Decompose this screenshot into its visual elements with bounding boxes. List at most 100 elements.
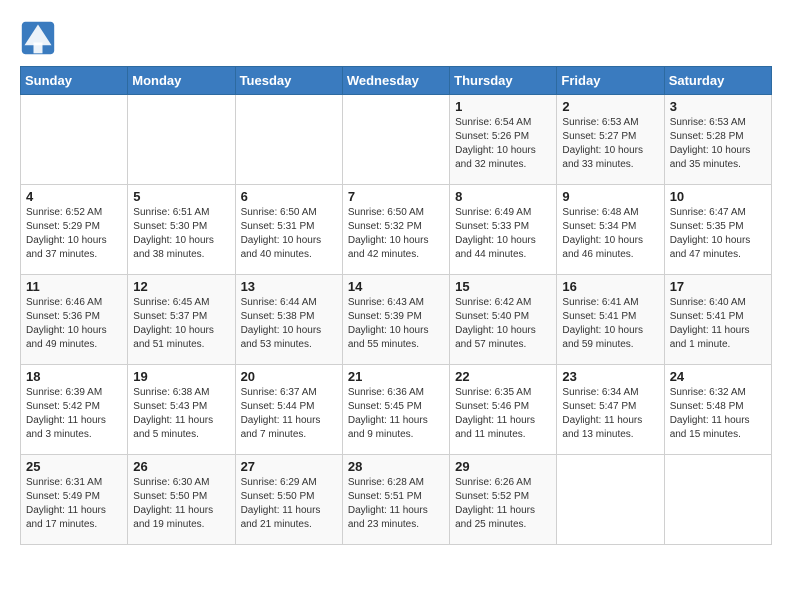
calendar-table: SundayMondayTuesdayWednesdayThursdayFrid… [20, 66, 772, 545]
calendar-cell: 26 Sunrise: 6:30 AM Sunset: 5:50 PM Dayli… [128, 455, 235, 545]
day-number: 2 [562, 99, 658, 114]
calendar-cell: 19 Sunrise: 6:38 AM Sunset: 5:43 PM Dayli… [128, 365, 235, 455]
day-detail: Sunrise: 6:34 AM Sunset: 5:47 PM Dayligh… [562, 386, 658, 442]
calendar-cell: 27Sunrise: 6:29 AM Sunset: 5:50 PM Dayli… [235, 455, 342, 545]
day-detail: Sunrise: 6:40 AM Sunset: 5:41 PM Dayligh… [670, 296, 766, 352]
day-detail: Sunrise: 6:53 AM Sunset: 5:28 PM Dayligh… [670, 116, 766, 172]
day-number: 1 [455, 99, 551, 114]
weekday-header-thursday: Thursday [450, 67, 557, 95]
calendar-cell [664, 455, 771, 545]
calendar-cell [557, 455, 664, 545]
calendar-cell: 4 Sunrise: 6:52 AM Sunset: 5:29 PM Daylig… [21, 185, 128, 275]
calendar-cell: 8 Sunrise: 6:49 AM Sunset: 5:33 PM Daylig… [450, 185, 557, 275]
logo-icon [20, 20, 56, 56]
day-number: 28 [348, 459, 444, 474]
day-detail: Sunrise: 6:38 AM Sunset: 5:43 PM Dayligh… [133, 386, 229, 442]
day-number: 4 [26, 189, 122, 204]
week-row-3: 11 Sunrise: 6:46 AM Sunset: 5:36 PM Dayli… [21, 275, 772, 365]
day-detail: Sunrise: 6:46 AM Sunset: 5:36 PM Dayligh… [26, 296, 122, 352]
weekday-row: SundayMondayTuesdayWednesdayThursdayFrid… [21, 67, 772, 95]
day-number: 22 [455, 369, 551, 384]
calendar-cell: 15Sunrise: 6:42 AM Sunset: 5:40 PM Dayli… [450, 275, 557, 365]
calendar-cell: 7 Sunrise: 6:50 AM Sunset: 5:32 PM Daylig… [342, 185, 449, 275]
weekday-header-wednesday: Wednesday [342, 67, 449, 95]
day-number: 9 [562, 189, 658, 204]
day-number: 21 [348, 369, 444, 384]
calendar-cell: 16 Sunrise: 6:41 AM Sunset: 5:41 PM Dayli… [557, 275, 664, 365]
day-detail: Sunrise: 6:41 AM Sunset: 5:41 PM Dayligh… [562, 296, 658, 352]
day-detail: Sunrise: 6:54 AM Sunset: 5:26 PM Dayligh… [455, 116, 551, 172]
day-detail: Sunrise: 6:36 AM Sunset: 5:45 PM Dayligh… [348, 386, 444, 442]
calendar-cell [128, 95, 235, 185]
day-number: 8 [455, 189, 551, 204]
calendar-cell: 21 Sunrise: 6:36 AM Sunset: 5:45 PM Dayli… [342, 365, 449, 455]
day-detail: Sunrise: 6:48 AM Sunset: 5:34 PM Dayligh… [562, 206, 658, 262]
day-number: 17 [670, 279, 766, 294]
day-detail: Sunrise: 6:30 AM Sunset: 5:50 PM Dayligh… [133, 476, 229, 532]
weekday-header-monday: Monday [128, 67, 235, 95]
calendar-cell: 11 Sunrise: 6:46 AM Sunset: 5:36 PM Dayli… [21, 275, 128, 365]
day-number: 19 [133, 369, 229, 384]
day-number: 6 [241, 189, 337, 204]
calendar-cell: 20 Sunrise: 6:37 AM Sunset: 5:44 PM Dayli… [235, 365, 342, 455]
weekday-header-sunday: Sunday [21, 67, 128, 95]
day-number: 13 [241, 279, 337, 294]
day-detail: Sunrise: 6:31 AM Sunset: 5:49 PM Dayligh… [26, 476, 122, 532]
day-number: 14 [348, 279, 444, 294]
calendar-cell: 28 Sunrise: 6:28 AM Sunset: 5:51 PM Dayli… [342, 455, 449, 545]
calendar-cell: 29 Sunrise: 6:26 AM Sunset: 5:52 PM Dayli… [450, 455, 557, 545]
calendar-body: 1 Sunrise: 6:54 AM Sunset: 5:26 PM Daylig… [21, 95, 772, 545]
calendar-cell [342, 95, 449, 185]
calendar-cell: 12Sunrise: 6:45 AM Sunset: 5:37 PM Dayli… [128, 275, 235, 365]
day-number: 3 [670, 99, 766, 114]
day-detail: Sunrise: 6:52 AM Sunset: 5:29 PM Dayligh… [26, 206, 122, 262]
day-number: 26 [133, 459, 229, 474]
day-number: 16 [562, 279, 658, 294]
week-row-4: 18Sunrise: 6:39 AM Sunset: 5:42 PM Dayli… [21, 365, 772, 455]
calendar-cell: 17 Sunrise: 6:40 AM Sunset: 5:41 PM Dayli… [664, 275, 771, 365]
day-detail: Sunrise: 6:29 AM Sunset: 5:50 PM Dayligh… [241, 476, 337, 532]
calendar-cell [21, 95, 128, 185]
day-number: 20 [241, 369, 337, 384]
day-number: 10 [670, 189, 766, 204]
calendar-cell: 10 Sunrise: 6:47 AM Sunset: 5:35 PM Dayli… [664, 185, 771, 275]
week-row-2: 4 Sunrise: 6:52 AM Sunset: 5:29 PM Daylig… [21, 185, 772, 275]
day-number: 24 [670, 369, 766, 384]
day-detail: Sunrise: 6:44 AM Sunset: 5:38 PM Dayligh… [241, 296, 337, 352]
day-detail: Sunrise: 6:32 AM Sunset: 5:48 PM Dayligh… [670, 386, 766, 442]
calendar-cell: 5 Sunrise: 6:51 AM Sunset: 5:30 PM Daylig… [128, 185, 235, 275]
calendar-cell: 14 Sunrise: 6:43 AM Sunset: 5:39 PM Dayli… [342, 275, 449, 365]
day-detail: Sunrise: 6:43 AM Sunset: 5:39 PM Dayligh… [348, 296, 444, 352]
day-detail: Sunrise: 6:37 AM Sunset: 5:44 PM Dayligh… [241, 386, 337, 442]
calendar-cell: 22Sunrise: 6:35 AM Sunset: 5:46 PM Dayli… [450, 365, 557, 455]
day-detail: Sunrise: 6:26 AM Sunset: 5:52 PM Dayligh… [455, 476, 551, 532]
day-number: 5 [133, 189, 229, 204]
day-number: 7 [348, 189, 444, 204]
calendar-cell: 9 Sunrise: 6:48 AM Sunset: 5:34 PM Daylig… [557, 185, 664, 275]
day-detail: Sunrise: 6:51 AM Sunset: 5:30 PM Dayligh… [133, 206, 229, 262]
calendar-cell: 6 Sunrise: 6:50 AM Sunset: 5:31 PM Daylig… [235, 185, 342, 275]
day-number: 29 [455, 459, 551, 474]
day-detail: Sunrise: 6:50 AM Sunset: 5:32 PM Dayligh… [348, 206, 444, 262]
calendar-cell: 2 Sunrise: 6:53 AM Sunset: 5:27 PM Daylig… [557, 95, 664, 185]
day-detail: Sunrise: 6:47 AM Sunset: 5:35 PM Dayligh… [670, 206, 766, 262]
calendar-cell: 18Sunrise: 6:39 AM Sunset: 5:42 PM Dayli… [21, 365, 128, 455]
day-detail: Sunrise: 6:49 AM Sunset: 5:33 PM Dayligh… [455, 206, 551, 262]
day-detail: Sunrise: 6:50 AM Sunset: 5:31 PM Dayligh… [241, 206, 337, 262]
day-number: 11 [26, 279, 122, 294]
weekday-header-tuesday: Tuesday [235, 67, 342, 95]
calendar-cell: 23 Sunrise: 6:34 AM Sunset: 5:47 PM Dayli… [557, 365, 664, 455]
calendar-cell: 1 Sunrise: 6:54 AM Sunset: 5:26 PM Daylig… [450, 95, 557, 185]
week-row-5: 25 Sunrise: 6:31 AM Sunset: 5:49 PM Dayli… [21, 455, 772, 545]
day-detail: Sunrise: 6:53 AM Sunset: 5:27 PM Dayligh… [562, 116, 658, 172]
calendar-cell: 24 Sunrise: 6:32 AM Sunset: 5:48 PM Dayli… [664, 365, 771, 455]
calendar-cell: 3 Sunrise: 6:53 AM Sunset: 5:28 PM Daylig… [664, 95, 771, 185]
day-detail: Sunrise: 6:28 AM Sunset: 5:51 PM Dayligh… [348, 476, 444, 532]
day-number: 23 [562, 369, 658, 384]
calendar-cell: 13 Sunrise: 6:44 AM Sunset: 5:38 PM Dayli… [235, 275, 342, 365]
day-number: 18 [26, 369, 122, 384]
weekday-header-saturday: Saturday [664, 67, 771, 95]
day-number: 25 [26, 459, 122, 474]
logo [20, 20, 62, 56]
page-header [20, 20, 772, 56]
